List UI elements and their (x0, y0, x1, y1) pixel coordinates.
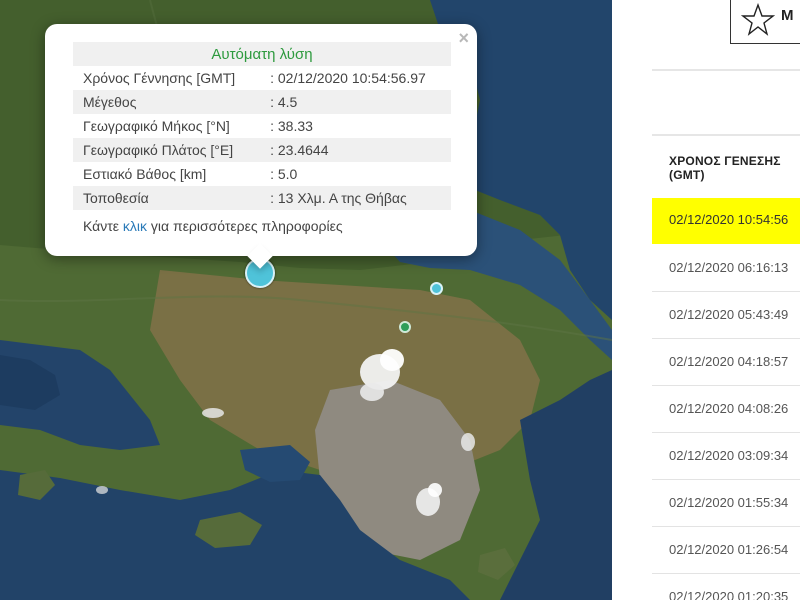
table-row[interactable]: 02/12/2020 01:55:34 (652, 481, 800, 527)
detail-value: : 13 Χλμ. Α της Θήβας (260, 186, 451, 210)
more-info-prefix: Κάντε (83, 218, 123, 234)
earthquake-info-popup: × Αυτόματη λύση Χρόνος Γέννησης [GMT] : … (45, 24, 477, 269)
star-icon (741, 3, 775, 36)
popup-title-row: Αυτόματη λύση (73, 42, 451, 66)
detail-value: : 4.5 (260, 90, 451, 114)
detail-label: Μέγεθος (73, 90, 261, 114)
detail-label: Γεωγραφικό Μήκος [°N] (83, 118, 230, 134)
column-header-line: ΧΡΟΝΟΣ ΓΕΝΕΣΗΣ (669, 154, 781, 168)
divider (652, 69, 800, 71)
detail-value: : 02/12/2020 10:54:56.97 (270, 70, 426, 86)
table-row[interactable]: 02/12/2020 04:18:57 (652, 340, 800, 386)
close-icon[interactable]: × (458, 28, 469, 48)
column-header-line: (GMT) (669, 168, 705, 182)
earthquake-marker[interactable] (399, 321, 411, 333)
earthquake-details-table: Αυτόματη λύση Χρόνος Γέννησης [GMT] : 02… (73, 42, 451, 210)
origin-time-cell: 02/12/2020 06:16:13 (669, 260, 789, 275)
origin-time-cell: 02/12/2020 03:09:34 (669, 448, 789, 463)
origin-time-cell: 02/12/2020 01:55:34 (669, 495, 789, 510)
origin-time-cell: 02/12/2020 10:54:56 (669, 212, 789, 227)
divider (652, 134, 800, 136)
map-view[interactable]: × Αυτόματη λύση Χρόνος Γέννησης [GMT] : … (0, 0, 612, 600)
detail-row-latitude: Γεωγραφικό Μήκος [°N] : 38.33 (73, 114, 451, 138)
detail-row-location: Τοποθεσία : 13 Χλμ. Α της Θήβας (73, 186, 451, 210)
more-info-suffix: για περισσότερες πληροφορίες (147, 218, 343, 234)
detail-value: : 23.4644 (260, 138, 451, 162)
earthquake-list-panel: M ΧΡΟΝΟΣ ΓΕΝΕΣΗΣ (GMT) 02/12/2020 10:54:… (612, 0, 800, 600)
origin-time-cell: 02/12/2020 01:20:35 (669, 589, 789, 600)
legend-label: M (781, 7, 794, 24)
table-row-selected[interactable]: 02/12/2020 10:54:56 (652, 198, 800, 244)
detail-label: Γεωγραφικό Πλάτος [°E] (73, 138, 261, 162)
popup-title: Αυτόματη λύση (73, 42, 451, 66)
detail-row-time: Χρόνος Γέννησης [GMT] : 02/12/2020 10:54… (73, 66, 451, 90)
detail-label: Χρόνος Γέννησης [GMT] (83, 70, 236, 86)
origin-time-cell: 02/12/2020 05:43:49 (669, 307, 789, 322)
detail-row-magnitude: Μέγεθος : 4.5 (73, 90, 451, 114)
table-row[interactable]: 02/12/2020 03:09:34 (652, 434, 800, 480)
legend-box: M (730, 0, 800, 44)
more-info-text: Κάντε κλικ για περισσότερες πληροφορίες (83, 218, 343, 234)
detail-label: Εστιακό Βάθος [km] (83, 166, 207, 182)
column-header-origin-time[interactable]: ΧΡΟΝΟΣ ΓΕΝΕΣΗΣ (GMT) (669, 154, 781, 182)
more-info-link[interactable]: κλικ (123, 218, 147, 234)
detail-label: Τοποθεσία (73, 186, 261, 210)
detail-value: : 5.0 (270, 166, 298, 182)
table-row[interactable]: 02/12/2020 04:08:26 (652, 387, 800, 433)
origin-time-cell: 02/12/2020 04:08:26 (669, 401, 789, 416)
table-row[interactable]: 02/12/2020 06:16:13 (652, 246, 800, 292)
detail-value: : 38.33 (270, 118, 313, 134)
table-row[interactable]: 02/12/2020 01:20:35 (652, 575, 800, 600)
table-row[interactable]: 02/12/2020 05:43:49 (652, 293, 800, 339)
origin-time-cell: 02/12/2020 04:18:57 (669, 354, 789, 369)
earthquake-marker[interactable] (430, 282, 443, 295)
origin-time-cell: 02/12/2020 01:26:54 (669, 542, 789, 557)
detail-row-depth: Εστιακό Βάθος [km] : 5.0 (73, 162, 451, 186)
table-row[interactable]: 02/12/2020 01:26:54 (652, 528, 800, 574)
detail-row-longitude: Γεωγραφικό Πλάτος [°E] : 23.4644 (73, 138, 451, 162)
